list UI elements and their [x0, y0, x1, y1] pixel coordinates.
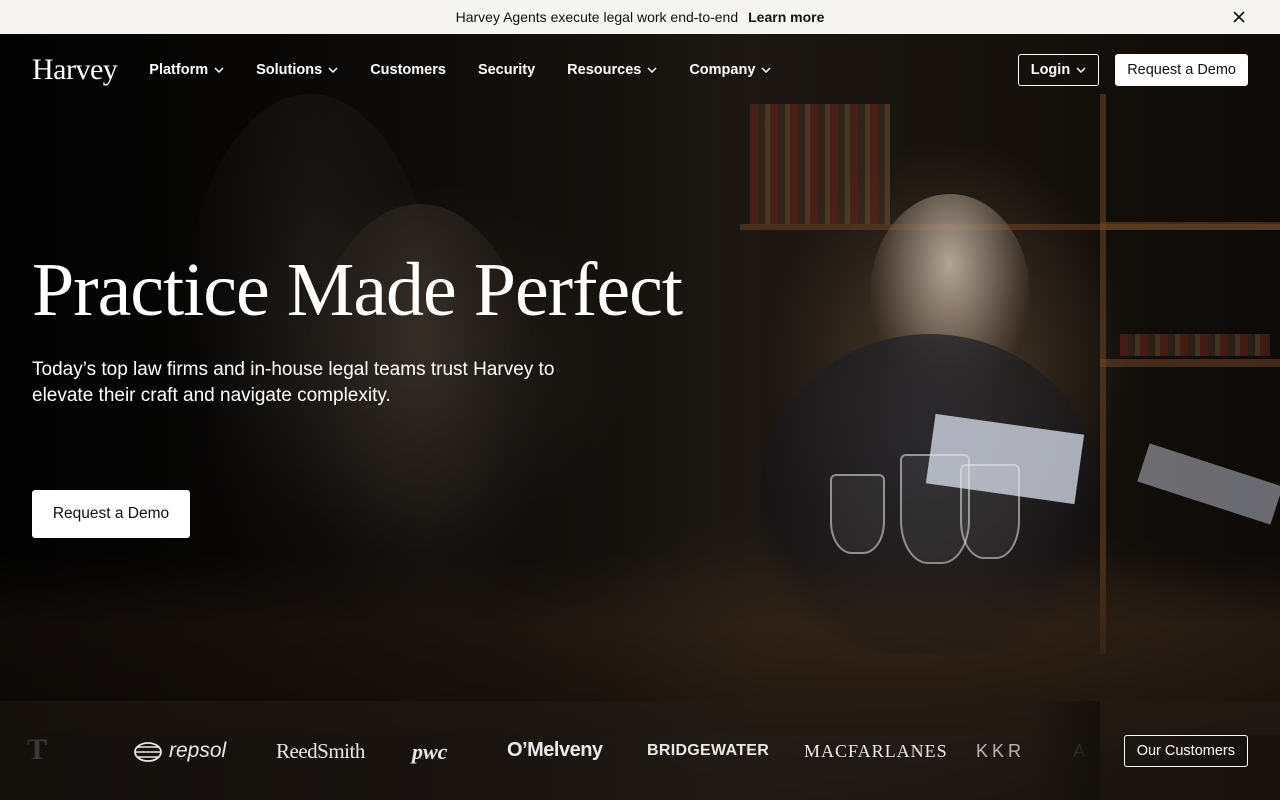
announcement-bar: Harvey Agents execute legal work end-to-…: [0, 0, 1280, 34]
client-logo-omelveny: O’Melveny: [507, 739, 603, 761]
nav-resources[interactable]: Resources: [567, 62, 657, 78]
chevron-down-icon: [328, 67, 338, 73]
client-logo-track: T repsol ReedSmith pwc O’Melveny BRIDGEW…: [0, 701, 1100, 800]
repsol-icon: [133, 740, 163, 769]
nav-actions: Login Request a Demo: [1017, 54, 1248, 86]
client-logos-strip: T repsol ReedSmith pwc O’Melveny BRIDGEW…: [0, 701, 1280, 800]
nav-security[interactable]: Security: [478, 62, 535, 78]
chevron-down-icon: [1076, 67, 1086, 73]
client-logo-repsol: repsol: [169, 739, 227, 762]
close-icon[interactable]: [1230, 8, 1248, 26]
nav-solutions[interactable]: Solutions: [256, 62, 338, 78]
request-demo-button[interactable]: Request a Demo: [1115, 54, 1248, 86]
client-logo-reedsmith: ReedSmith: [276, 739, 365, 763]
client-logo-pwc: pwc: [412, 739, 448, 764]
client-logo-bridgewater: BRIDGEWATER: [647, 742, 770, 759]
client-logo-kkr: KKR: [976, 741, 1026, 761]
nav-platform-label: Platform: [149, 62, 209, 78]
main-nav: Harvey Platform Solutions Customers Secu…: [0, 34, 1280, 106]
nav-customers-label: Customers: [370, 62, 446, 78]
nav-solutions-label: Solutions: [256, 62, 323, 78]
hero-section: [0, 34, 1280, 800]
nav-resources-label: Resources: [567, 62, 642, 78]
our-customers-button[interactable]: Our Customers: [1123, 735, 1248, 767]
hero-request-demo-button[interactable]: Request a Demo: [32, 490, 190, 538]
nav-company-label: Company: [689, 62, 756, 78]
learn-more-link[interactable]: Learn more: [748, 9, 824, 25]
hero-title: Practice Made Perfect: [32, 248, 683, 332]
login-button[interactable]: Login: [1017, 54, 1100, 86]
announcement-text: Harvey Agents execute legal work end-to-…: [455, 9, 739, 25]
nav-security-label: Security: [477, 62, 536, 78]
harvey-logo[interactable]: Harvey: [32, 53, 118, 87]
nav-platform[interactable]: Platform: [149, 62, 224, 78]
nav-company[interactable]: Company: [689, 62, 771, 78]
chevron-down-icon: [647, 67, 657, 73]
hero-subtitle: Today’s top law firms and in-house legal…: [32, 359, 555, 406]
chevron-down-icon: [761, 67, 771, 73]
nav-customers[interactable]: Customers: [370, 62, 446, 78]
chevron-down-icon: [214, 67, 224, 73]
login-label: Login: [1030, 62, 1071, 78]
client-logo-macfarlanes: MACFARLANES: [804, 741, 948, 761]
